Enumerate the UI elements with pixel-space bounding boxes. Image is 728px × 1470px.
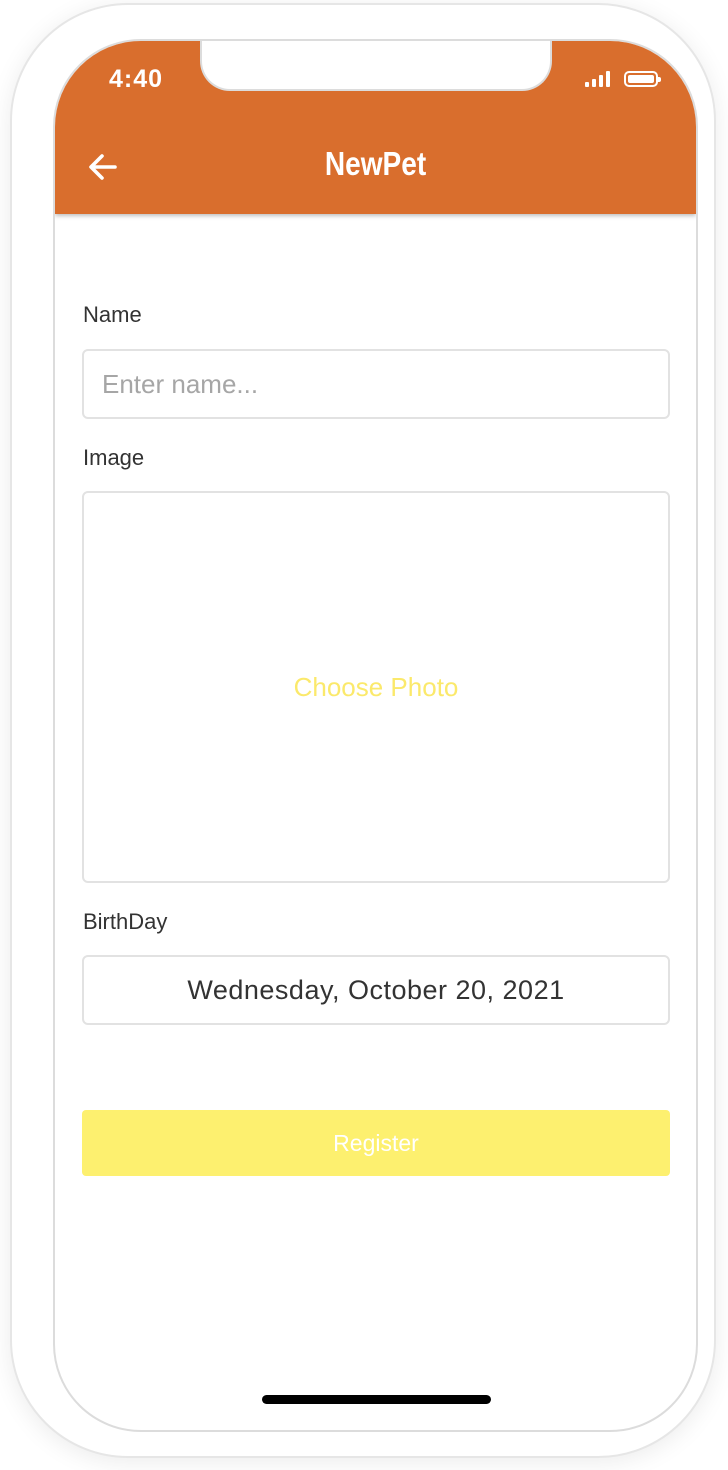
device-notch	[200, 41, 552, 91]
status-icons	[585, 71, 661, 87]
birthday-date-picker[interactable]: Wednesday, October 20, 2021	[82, 955, 670, 1025]
home-indicator	[262, 1395, 491, 1404]
image-picker[interactable]: Choose Photo	[82, 491, 670, 883]
page-title: NewPet	[324, 145, 427, 182]
status-time: 4:40	[109, 65, 164, 93]
app-header: 4:40 NewPet	[55, 41, 696, 214]
name-label: Name	[83, 302, 142, 327]
phone-frame: 4:40 NewPet Name Enter name... Image Cho…	[10, 3, 716, 1458]
battery-icon	[624, 71, 661, 87]
name-input[interactable]	[82, 349, 670, 419]
birthday-label: BirthDay	[83, 909, 168, 934]
app-screen: 4:40 NewPet Name Enter name... Image Cho…	[53, 39, 698, 1432]
signal-icon	[585, 71, 610, 87]
choose-photo-link[interactable]: Choose Photo	[294, 672, 459, 703]
register-button[interactable]: Register	[82, 1110, 670, 1176]
birthday-value: Wednesday, October 20, 2021	[187, 974, 565, 1005]
image-label: Image	[83, 445, 145, 470]
